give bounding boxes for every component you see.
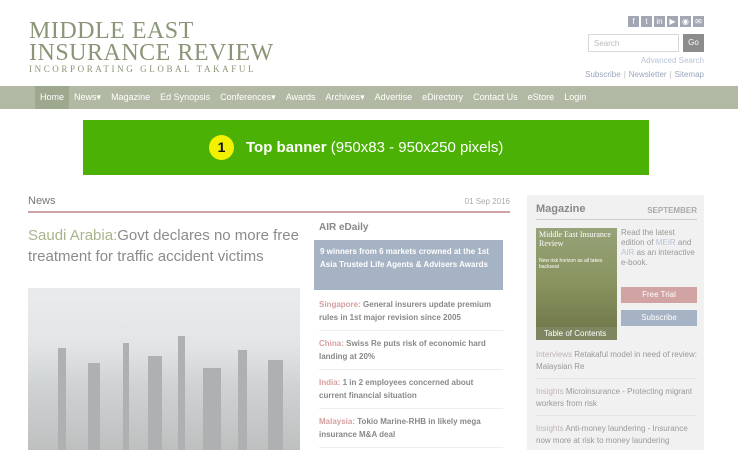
advanced-search-link[interactable]: Advanced Search — [641, 56, 704, 65]
top-banner[interactable]: 1 Top banner (950x83 - 950x250 pixels) — [83, 120, 649, 175]
sitemap-link[interactable]: Sitemap — [675, 70, 704, 79]
logo-line1: MIDDLE EAST — [29, 18, 194, 44]
logo-line2: INSURANCE REVIEW — [29, 40, 274, 66]
cover-title: Middle East Insurance Review — [539, 230, 611, 248]
lead-photo[interactable] — [28, 288, 300, 450]
magazine-title: Magazine — [536, 203, 586, 215]
air-story[interactable]: Singapore: General insurers update premi… — [319, 298, 503, 331]
subscribe-link[interactable]: Subscribe — [585, 70, 621, 79]
newsletter-link[interactable]: Newsletter — [629, 70, 667, 79]
nav-edirectory[interactable]: eDirectory — [417, 86, 468, 109]
air-story[interactable]: India: 1 in 2 employees concerned about … — [319, 376, 503, 409]
cover-subtitle: New risk horizon as all takes backseat — [539, 258, 603, 270]
nav-estore[interactable]: eStore — [523, 86, 560, 109]
banner-text: Top banner (950x83 - 950x250 pixels) — [246, 139, 504, 156]
nav-ed-synopsis[interactable]: Ed Synopsis — [155, 86, 215, 109]
meir-link[interactable]: MEIR — [656, 238, 676, 247]
youtube-icon[interactable]: ▶ — [667, 16, 678, 27]
air-link[interactable]: AIR — [621, 248, 634, 257]
nav-login[interactable]: Login — [559, 86, 591, 109]
air-edaily-title: AIR eDaily — [319, 222, 369, 233]
nav-magazine[interactable]: Magazine — [106, 86, 155, 109]
air-top-story[interactable]: 9 winners from 6 markets crowned at the … — [314, 240, 503, 290]
search-input[interactable]: Search — [588, 34, 679, 52]
nav-news[interactable]: News▾ — [69, 86, 106, 109]
lead-headline[interactable]: Saudi Arabia:Govt declares no more free … — [28, 225, 303, 267]
top-links: Subscribe | Newsletter | Sitemap — [585, 70, 704, 79]
magazine-blurb: Read the latest edition of MEIR and AIR … — [621, 228, 695, 267]
air-story[interactable]: China: Swiss Re puts risk of economic ha… — [319, 337, 503, 370]
nav-home[interactable]: Home — [35, 86, 70, 109]
logo-tagline: INCORPORATING GLOBAL TAKAFUL — [29, 64, 257, 74]
nav-awards[interactable]: Awards — [281, 86, 321, 109]
news-date: 01 Sep 2016 — [464, 197, 510, 206]
magazine-cover[interactable]: Middle East Insurance Review New risk ho… — [536, 228, 617, 340]
email-icon[interactable]: ✉ — [693, 16, 704, 27]
search-go-button[interactable]: Go — [683, 34, 704, 52]
twitter-icon[interactable]: t — [641, 16, 652, 27]
free-trial-button[interactable]: Free Trial — [621, 287, 697, 303]
linkedin-icon[interactable]: in — [654, 16, 665, 27]
headline-country: Saudi Arabia: — [28, 227, 118, 244]
nav-conferences[interactable]: Conferences▾ — [215, 86, 281, 109]
air-story-list: Singapore: General insurers update premi… — [319, 298, 503, 450]
magazine-story[interactable]: Interviews Retakaful model in need of re… — [536, 349, 697, 379]
table-of-contents-link[interactable]: Table of Contents — [536, 327, 617, 340]
news-section-header: News 01 Sep 2016 — [28, 195, 510, 213]
magazine-story[interactable]: Insights Microinsurance - Protecting mig… — [536, 386, 697, 416]
rss-icon[interactable]: ◉ — [680, 16, 691, 27]
magazine-header: Magazine SEPTEMBER — [536, 203, 697, 220]
magazine-story-list: Interviews Retakaful model in need of re… — [536, 349, 697, 450]
nav-archives[interactable]: Archives▾ — [321, 86, 370, 109]
banner-number-badge: 1 — [209, 135, 234, 160]
nav-advertise[interactable]: Advertise — [370, 86, 418, 109]
nav-contact-us[interactable]: Contact Us — [468, 86, 523, 109]
magazine-month: SEPTEMBER — [647, 206, 697, 215]
magazine-story[interactable]: Insights Anti-money laundering - Insuran… — [536, 423, 697, 450]
subscribe-button[interactable]: Subscribe — [621, 310, 697, 326]
air-story[interactable]: Malaysia: Tokio Marine-RHB in likely meg… — [319, 415, 503, 448]
facebook-icon[interactable]: f — [628, 16, 639, 27]
social-icons: f t in ▶ ◉ ✉ — [628, 16, 704, 27]
main-nav: Home News▾ Magazine Ed Synopsis Conferen… — [0, 86, 738, 109]
news-title: News — [28, 195, 56, 207]
site-logo[interactable]: MIDDLE EAST INSURANCE REVIEW INCORPORATI… — [29, 18, 274, 74]
